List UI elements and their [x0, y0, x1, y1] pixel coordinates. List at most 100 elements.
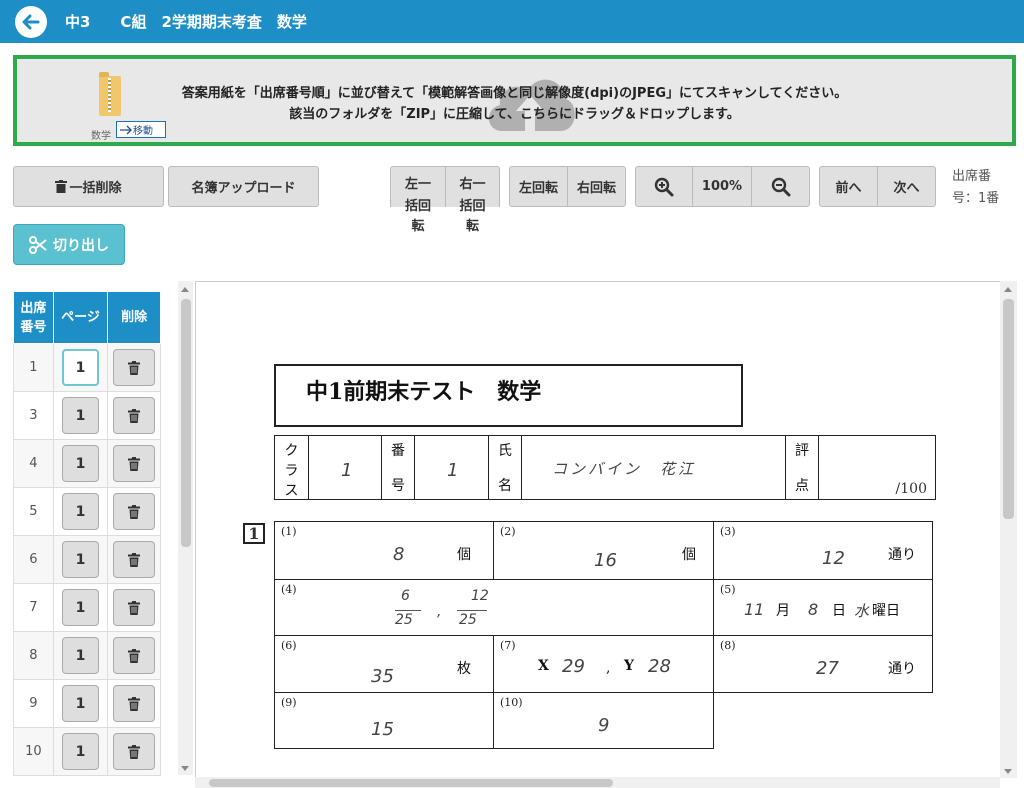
xy-separator: ,: [606, 660, 611, 676]
answer-weekday: 水: [854, 602, 870, 620]
scroll-up-icon[interactable]: [181, 287, 189, 292]
fraction-bar: [395, 610, 421, 611]
y-label: Y: [624, 658, 634, 674]
delete-row-button[interactable]: [113, 733, 156, 770]
answer-value: 35: [371, 666, 394, 687]
answer-cell: (5) 11 月 8 日 水 曜日: [713, 579, 933, 636]
page-number-input[interactable]: 1: [61, 349, 99, 386]
delete-cell: [107, 679, 161, 728]
delete-row-button[interactable]: [113, 397, 156, 434]
arrow-right-icon: [120, 125, 132, 134]
zoom-out-button[interactable]: [751, 166, 810, 207]
score-label-cell: 評点: [786, 436, 819, 499]
trash-icon: [128, 456, 141, 471]
delete-cell: [107, 535, 161, 584]
answer-label: (10): [500, 696, 523, 709]
bulk-rotate-left-label: 左一: [405, 175, 431, 195]
class-value: 1: [341, 460, 353, 481]
table-row[interactable]: 91: [13, 679, 161, 728]
scrollbar-thumb[interactable]: [1003, 299, 1014, 519]
page-cell: 1: [52, 391, 109, 440]
delete-cell: [107, 487, 161, 536]
student-info-table: クラス 1 番号 1 氏名 コンバイン 花江 評点 /100: [274, 435, 936, 500]
delete-row-button[interactable]: [113, 445, 156, 482]
table-row[interactable]: 11: [13, 343, 161, 392]
cut-out-button[interactable]: 切り出し: [13, 224, 125, 265]
page-cell: 1: [52, 583, 109, 632]
attendance-number-cell: 7: [13, 583, 54, 632]
answer-cell: (4) 6 25 , 12 25: [274, 579, 714, 636]
bulk-delete-button[interactable]: 一括削除: [13, 166, 164, 207]
table-scrollbar[interactable]: [178, 281, 193, 775]
answer-label: (8): [720, 639, 736, 652]
bulk-rotate-left-label-line: 転: [411, 219, 425, 234]
page-number-input[interactable]: 1: [61, 493, 99, 530]
delete-row-button[interactable]: [113, 349, 156, 386]
page-number-input[interactable]: 1: [61, 637, 99, 674]
table-row[interactable]: 61: [13, 535, 161, 584]
rotate-left-button[interactable]: 左回転: [509, 166, 568, 207]
column-header-page: ページ: [52, 291, 109, 344]
x-value: 29: [562, 656, 585, 677]
scroll-down-icon[interactable]: [181, 766, 189, 771]
next-button[interactable]: 次へ: [877, 166, 936, 207]
upload-dropzone[interactable]: 数学 移動 答案用紙を「出席番号順」に並び替えて「模範解答画像と同じ解像度(dp…: [13, 55, 1016, 146]
fraction-denominator: 25: [459, 612, 477, 628]
bulk-rotate-right-label-rest[interactable]: 括回 転: [445, 197, 500, 237]
back-button[interactable]: [15, 5, 47, 38]
table-row[interactable]: 31: [13, 391, 161, 440]
answer-unit: 個: [457, 547, 471, 563]
delete-cell: [107, 343, 161, 392]
name-label-char: 名: [498, 478, 512, 494]
roster-upload-button[interactable]: 名簿アップロード: [168, 166, 319, 207]
weekday-unit: 曜日: [872, 603, 900, 619]
table-row[interactable]: 41: [13, 439, 161, 488]
page-number-input[interactable]: 1: [61, 445, 99, 482]
page-number-input[interactable]: 1: [61, 397, 99, 434]
table-row[interactable]: 81: [13, 631, 161, 680]
delete-row-button[interactable]: [113, 637, 156, 674]
table-row[interactable]: 71: [13, 583, 161, 632]
page-number-input[interactable]: 1: [61, 589, 99, 626]
page-number-input[interactable]: 1: [61, 733, 99, 770]
delete-row-button[interactable]: [113, 541, 156, 578]
answer-month: 11: [744, 600, 765, 619]
attendance-number-info: 出席番号：1番: [952, 169, 1000, 206]
scroll-up-icon[interactable]: [1004, 287, 1012, 292]
page-cell: 1: [52, 631, 109, 680]
score-label-char: 点: [795, 478, 809, 494]
number-label-char: 号: [391, 478, 405, 494]
viewer-vertical-scrollbar[interactable]: [1000, 281, 1017, 778]
table-row[interactable]: 10 1: [13, 727, 161, 776]
page-number-input[interactable]: 1: [61, 685, 99, 722]
fraction-numerator: 6: [401, 588, 410, 604]
scrollbar-thumb[interactable]: [181, 299, 191, 547]
question-number: 1: [243, 523, 265, 544]
rotate-right-button[interactable]: 右回転: [567, 166, 626, 207]
attendance-number-cell: 1: [13, 343, 54, 392]
column-header-number: 出席番号: [13, 291, 54, 344]
rotate-left-label: 左回転: [518, 181, 558, 196]
table-row[interactable]: 51: [13, 487, 161, 536]
roster-upload-label: 名簿アップロード: [191, 181, 296, 196]
trash-icon: [55, 180, 68, 193]
page-number-input[interactable]: 1: [61, 541, 99, 578]
attendance-number: 1: [29, 360, 38, 375]
delete-row-button[interactable]: [113, 493, 156, 530]
x-label: X: [538, 658, 549, 674]
prev-button[interactable]: 前へ: [819, 166, 878, 207]
delete-row-button[interactable]: [113, 589, 156, 626]
scrollbar-thumb[interactable]: [209, 779, 613, 787]
fraction-numerator: 12: [471, 588, 489, 604]
viewer-horizontal-scrollbar[interactable]: [195, 777, 1000, 788]
delete-cell: [107, 583, 161, 632]
answer-cell: (9) 15: [274, 692, 494, 749]
zoom-in-button[interactable]: [635, 166, 693, 207]
delete-row-button[interactable]: [113, 685, 156, 722]
score-value-cell: /100: [819, 436, 935, 499]
trash-icon: [128, 648, 141, 663]
attendance-number: 9: [29, 696, 38, 711]
bulk-rotate-left-label-rest[interactable]: 括回 転: [390, 197, 446, 237]
attendance-number: 5: [29, 504, 38, 519]
scroll-down-icon[interactable]: [1004, 769, 1012, 774]
